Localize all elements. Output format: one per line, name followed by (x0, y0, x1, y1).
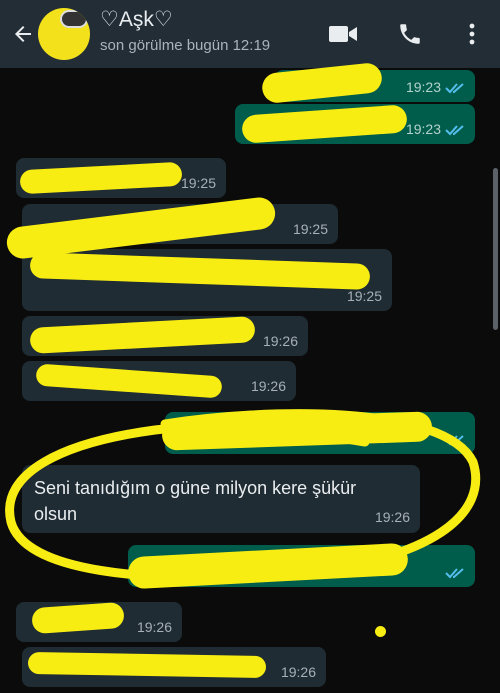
message-time: 19:26 (374, 509, 410, 525)
chat-header: ♡Aşk♡ son görülme bugün 12:19 (0, 0, 500, 68)
yellow-dot-mark (375, 626, 386, 637)
message-text: Seni tanıdığım o güne milyon kere şükür … (34, 478, 357, 524)
scrollbar[interactable] (493, 168, 498, 330)
last-seen-status: son görülme bugün 12:19 (100, 37, 271, 54)
back-button[interactable] (10, 21, 36, 47)
phone-icon (400, 24, 420, 44)
redaction-scribble (27, 651, 267, 679)
avatar[interactable] (38, 8, 90, 60)
avatar-hair-detail (60, 10, 88, 28)
arrow-left-icon (15, 26, 31, 42)
video-call-icon (329, 26, 357, 42)
message-time: 19:25 (346, 288, 382, 304)
message-time: 19:23 (405, 79, 441, 95)
double-check-icon (445, 435, 464, 446)
double-check-icon (445, 83, 464, 94)
message-time: 19:25 (180, 175, 216, 191)
contact-name[interactable]: ♡Aşk♡ (100, 7, 173, 32)
voice-call-button[interactable] (394, 18, 426, 50)
message-bubble-incoming[interactable]: Seni tanıdığım o güne milyon kere şükür … (22, 465, 420, 533)
double-check-icon (445, 125, 464, 136)
message-time: 19:26 (280, 664, 316, 680)
message-time: 19:23 (405, 121, 441, 137)
menu-button[interactable] (456, 18, 488, 50)
message-time: 19:26 (250, 378, 286, 394)
video-call-button[interactable] (327, 18, 359, 50)
more-vert-icon (469, 23, 475, 45)
message-time: 19:26 (136, 619, 172, 635)
double-check-icon (445, 568, 464, 579)
message-time: 19:26 (262, 333, 298, 349)
message-time: 19:25 (292, 221, 328, 237)
